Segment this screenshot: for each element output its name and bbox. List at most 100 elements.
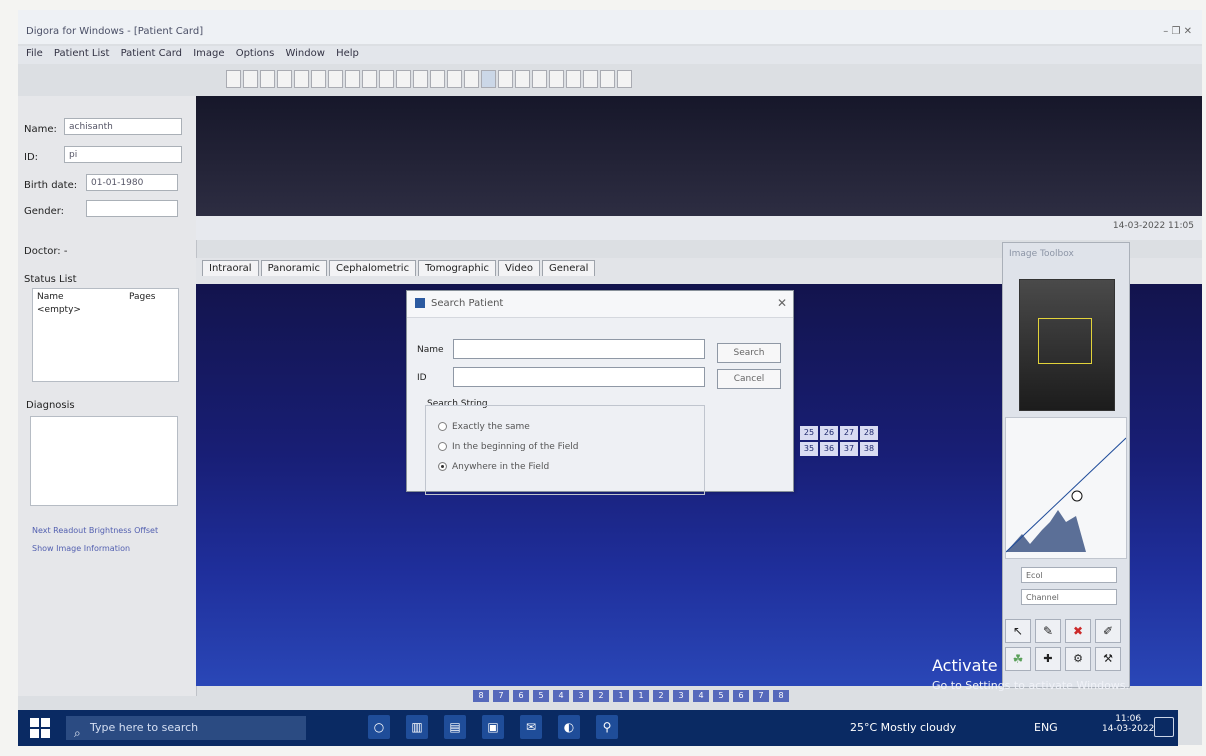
tooth-number[interactable]: 36: [820, 442, 838, 456]
bottom-number[interactable]: 2: [593, 690, 609, 702]
menu-image[interactable]: Image: [193, 48, 224, 59]
tooth-number[interactable]: 26: [820, 426, 838, 440]
cancel-button[interactable]: Cancel: [717, 369, 781, 389]
id-field[interactable]: pi: [64, 146, 182, 163]
menu-file[interactable]: File: [26, 48, 43, 59]
toolbox-dropdown-2[interactable]: Channel: [1021, 589, 1117, 605]
tooth-number[interactable]: 38: [860, 442, 878, 456]
menu-patient-card[interactable]: Patient Card: [121, 48, 182, 59]
show-image-info-checkbox[interactable]: Show Image Information: [32, 544, 130, 553]
bottom-number[interactable]: 1: [633, 690, 649, 702]
file-explorer-icon[interactable]: ▤: [444, 715, 466, 739]
app-icon[interactable]: ⚲: [596, 715, 618, 739]
tool-button[interactable]: [345, 70, 360, 88]
tooth-number[interactable]: 37: [840, 442, 858, 456]
pen-tool-icon[interactable]: ✎: [1035, 619, 1061, 643]
name-field[interactable]: achisanth: [64, 118, 182, 135]
marker-tool-icon[interactable]: ✐: [1095, 619, 1121, 643]
bottom-number[interactable]: 6: [513, 690, 529, 702]
tooth-number[interactable]: 28: [860, 426, 878, 440]
bottom-number[interactable]: 8: [773, 690, 789, 702]
option-anywhere[interactable]: Anywhere in the Field: [438, 462, 549, 472]
tool-icon[interactable]: ✚: [1035, 647, 1061, 671]
diagnosis-text[interactable]: [30, 416, 178, 506]
tab-intraoral[interactable]: Intraoral: [202, 260, 259, 276]
tool-button[interactable]: [396, 70, 411, 88]
search-button[interactable]: Search: [717, 343, 781, 363]
arrow-tool-icon[interactable]: ↖: [1005, 619, 1031, 643]
tool-button[interactable]: [243, 70, 258, 88]
store-icon[interactable]: ▣: [482, 715, 504, 739]
bottom-number[interactable]: 2: [653, 690, 669, 702]
tool-icon[interactable]: ⚙: [1065, 647, 1091, 671]
tab-cephalometric[interactable]: Cephalometric: [329, 260, 417, 276]
tool-button[interactable]: [532, 70, 547, 88]
tool-button[interactable]: [294, 70, 309, 88]
bottom-number[interactable]: 4: [693, 690, 709, 702]
tooth-number[interactable]: 25: [800, 426, 818, 440]
notification-icon[interactable]: [1154, 717, 1174, 737]
close-button[interactable]: ✕: [1184, 26, 1192, 37]
tool-button[interactable]: [226, 70, 241, 88]
mail-icon[interactable]: ✉: [520, 715, 542, 739]
selection-box[interactable]: [1038, 318, 1092, 364]
search-id-input[interactable]: [453, 367, 705, 387]
tool-button[interactable]: [430, 70, 445, 88]
birth-date-field[interactable]: 01-01-1980: [86, 174, 178, 191]
toolbox-dropdown-1[interactable]: Ecol: [1021, 567, 1117, 583]
bottom-number[interactable]: 6: [733, 690, 749, 702]
delete-tool-icon[interactable]: ✖: [1065, 619, 1091, 643]
tool-button[interactable]: [277, 70, 292, 88]
tool-button[interactable]: [600, 70, 615, 88]
app-icon[interactable]: ◐: [558, 715, 580, 739]
bottom-number[interactable]: 7: [753, 690, 769, 702]
bottom-number[interactable]: 5: [713, 690, 729, 702]
bottom-number[interactable]: 7: [493, 690, 509, 702]
xray-thumbnail[interactable]: [1019, 279, 1115, 411]
window-controls[interactable]: – ❐ ✕: [1163, 26, 1192, 37]
menu-patient-list[interactable]: Patient List: [54, 48, 109, 59]
cortana-icon[interactable]: ○: [368, 715, 390, 739]
menu-window[interactable]: Window: [285, 48, 324, 59]
bottom-number[interactable]: 5: [533, 690, 549, 702]
pointer-icon[interactable]: [481, 70, 496, 88]
bottom-number[interactable]: 1: [613, 690, 629, 702]
bottom-number[interactable]: 4: [553, 690, 569, 702]
restore-button[interactable]: ❐: [1171, 26, 1180, 37]
gender-dropdown[interactable]: [86, 200, 178, 217]
search-name-input[interactable]: [453, 339, 705, 359]
taskbar-search[interactable]: ⌕ Type here to search: [66, 716, 306, 740]
tool-button[interactable]: [566, 70, 581, 88]
close-icon[interactable]: ✕: [777, 296, 787, 310]
menu-options[interactable]: Options: [236, 48, 275, 59]
task-view-icon[interactable]: ▥: [406, 715, 428, 739]
tool-button[interactable]: [362, 70, 377, 88]
tool-button[interactable]: [328, 70, 343, 88]
tool-button[interactable]: [498, 70, 513, 88]
menu-help[interactable]: Help: [336, 48, 359, 59]
tooth-number[interactable]: 27: [840, 426, 858, 440]
tab-panoramic[interactable]: Panoramic: [260, 260, 328, 276]
tool-button[interactable]: [583, 70, 598, 88]
minimize-button[interactable]: –: [1163, 26, 1168, 37]
windows-start-icon[interactable]: [30, 718, 50, 738]
bottom-number[interactable]: 8: [473, 690, 489, 702]
tool-button[interactable]: [549, 70, 564, 88]
tool-button[interactable]: [260, 70, 275, 88]
tool-button[interactable]: [311, 70, 326, 88]
option-beginning[interactable]: In the beginning of the Field: [438, 442, 578, 452]
tab-video[interactable]: Video: [498, 260, 541, 276]
tool-icon[interactable]: ⚒: [1095, 647, 1121, 671]
tab-general[interactable]: General: [542, 260, 596, 276]
tool-button[interactable]: [617, 70, 632, 88]
tool-icon[interactable]: ☘: [1005, 647, 1031, 671]
tool-button[interactable]: [379, 70, 394, 88]
bottom-number[interactable]: 3: [673, 690, 689, 702]
tool-button[interactable]: [413, 70, 428, 88]
bottom-number[interactable]: 3: [573, 690, 589, 702]
tab-tomographic[interactable]: Tomographic: [418, 260, 496, 276]
tool-button[interactable]: [447, 70, 462, 88]
next-readout-checkbox[interactable]: Next Readout Brightness Offset: [32, 526, 158, 535]
option-exact[interactable]: Exactly the same: [438, 422, 530, 432]
tool-button[interactable]: [515, 70, 530, 88]
